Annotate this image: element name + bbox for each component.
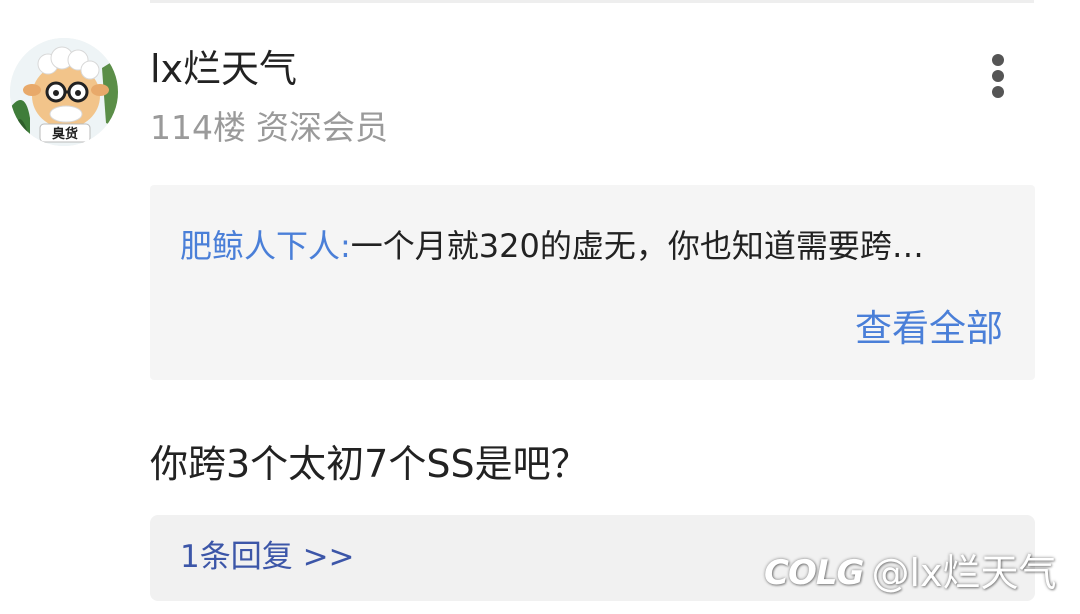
divider: [150, 0, 1034, 3]
quote-author[interactable]: 肥鲸人下人:: [180, 227, 351, 265]
watermark-handle: @lx烂天气: [871, 551, 1057, 595]
quoted-comment[interactable]: 肥鲸人下人:一个月就320的虚无，你也知道需要跨… 查看全部: [150, 185, 1035, 380]
avatar-badge-text: 臭货: [52, 126, 78, 142]
view-all-link[interactable]: 查看全部: [855, 305, 1003, 353]
more-vertical-icon[interactable]: [978, 50, 1018, 102]
avatar-image: 臭货: [10, 38, 118, 146]
quote-line: 肥鲸人下人:一个月就320的虚无，你也知道需要跨…: [180, 223, 1010, 269]
floor-number: 114楼: [150, 108, 246, 147]
watermark: COLG @lx烂天气: [764, 548, 1056, 598]
avatar[interactable]: 臭货: [10, 38, 118, 146]
post-meta: 114楼 资深会员: [150, 106, 388, 150]
post-body: 你跨3个太初7个SS是吧？: [150, 442, 589, 486]
post-screen: 臭货 lx烂天气 114楼 资深会员 肥鲸人下人:一个月就320的虚无，你也知道需…: [0, 0, 1080, 614]
quote-text: 一个月就320的虚无，你也知道需要跨…: [350, 227, 924, 265]
reply-count-link[interactable]: 1条回复 >>: [180, 535, 355, 579]
username[interactable]: lx烂天气: [150, 45, 297, 93]
member-level: 资深会员: [256, 108, 388, 147]
watermark-logo: COLG: [764, 553, 864, 593]
